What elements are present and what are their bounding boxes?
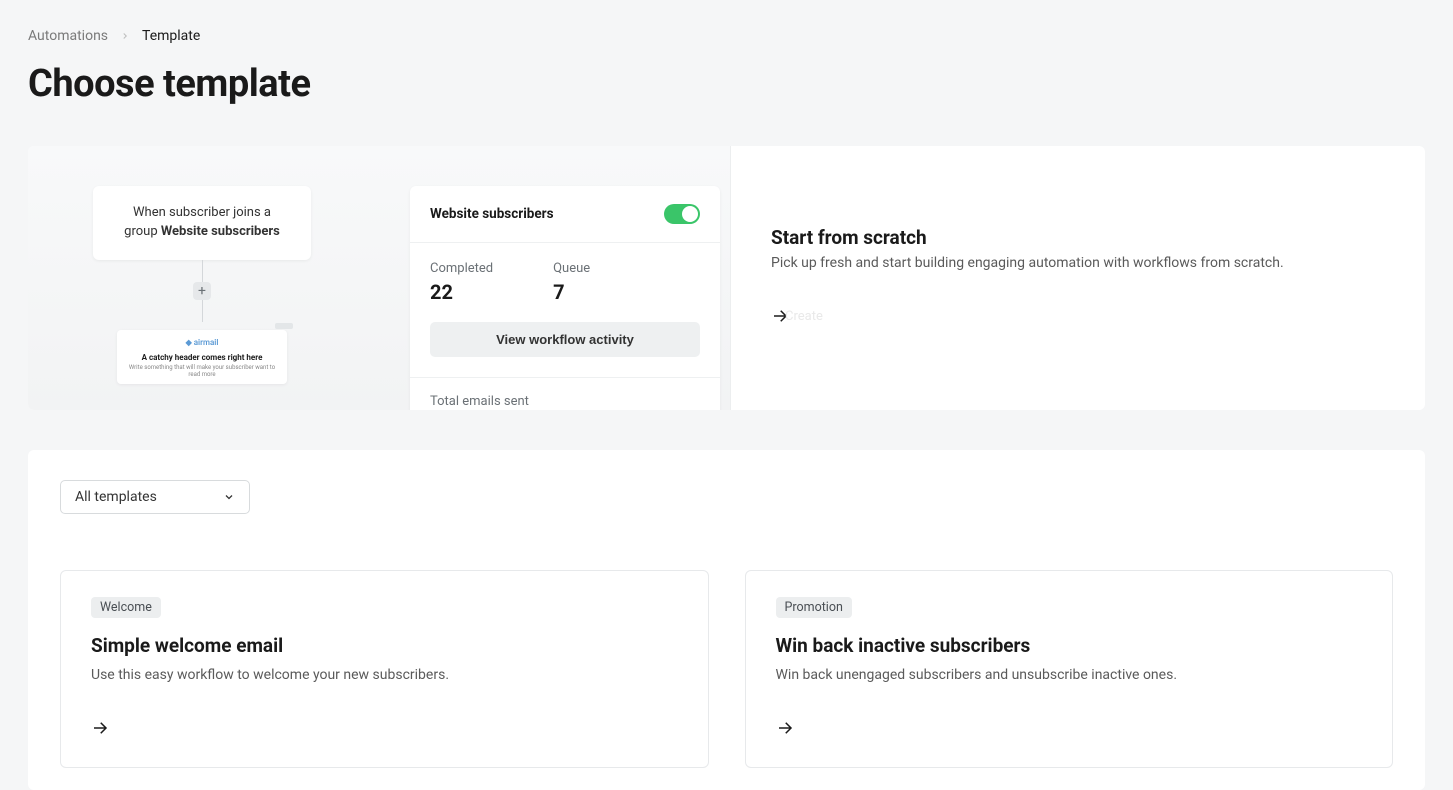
template-filter-select[interactable]: All templates [60,480,250,514]
template-title: Win back inactive subscribers [776,634,1363,657]
create-from-scratch-link[interactable]: Create [771,307,1385,325]
chevron-right-icon [120,31,130,41]
template-tag: Welcome [91,597,161,618]
stats-card-title: Website subscribers [430,206,554,222]
start-from-scratch-title: Start from scratch [771,226,1385,249]
template-description: Use this easy workflow to welcome your n… [91,667,678,683]
completed-value: 22 [430,280,493,304]
total-emails-label: Total emails sent [430,394,700,409]
workflow-toggle[interactable] [664,204,700,224]
queue-label: Queue [553,261,590,276]
templates-panel: All templates Welcome Simple welcome ema… [28,450,1425,790]
start-from-scratch-description: Pick up fresh and start building engagin… [771,255,1385,271]
template-card-welcome[interactable]: Welcome Simple welcome email Use this ea… [60,570,709,768]
hero-section: When subscriber joins a group Website su… [28,146,1425,410]
hero-illustration: When subscriber joins a group Website su… [28,146,731,410]
page-title: Choose template [28,62,1425,106]
breadcrumb-current: Template [142,28,200,44]
template-description: Win back unengaged subscribers and unsub… [776,667,1363,683]
email-preview-card: ◆ airmail A catchy header comes right he… [117,330,287,384]
email-preview-brand: ◆ airmail [127,338,277,347]
breadcrumb: Automations Template [28,28,1425,44]
template-title: Simple welcome email [91,634,678,657]
email-preview-headline: A catchy header comes right here [127,353,277,362]
arrow-right-icon [776,719,1363,741]
plus-icon: + [193,282,211,300]
workflow-trigger-group: Website subscribers [161,224,280,239]
workflow-trigger-node: When subscriber joins a group Website su… [93,186,311,260]
queue-value: 7 [553,280,590,304]
view-workflow-activity-button[interactable]: View workflow activity [430,322,700,357]
arrow-right-icon [91,719,678,741]
template-tag: Promotion [776,597,852,618]
completed-label: Completed [430,261,493,276]
breadcrumb-automations[interactable]: Automations [28,28,108,44]
create-label: Create [785,309,823,324]
chevron-down-icon [223,491,235,503]
template-filter-value: All templates [75,489,157,505]
workflow-stats-card: Website subscribers Completed 22 Queue 7 [410,186,720,410]
template-card-promotion[interactable]: Promotion Win back inactive subscribers … [745,570,1394,768]
email-preview-subtext: Write something that will make your subs… [127,364,277,378]
